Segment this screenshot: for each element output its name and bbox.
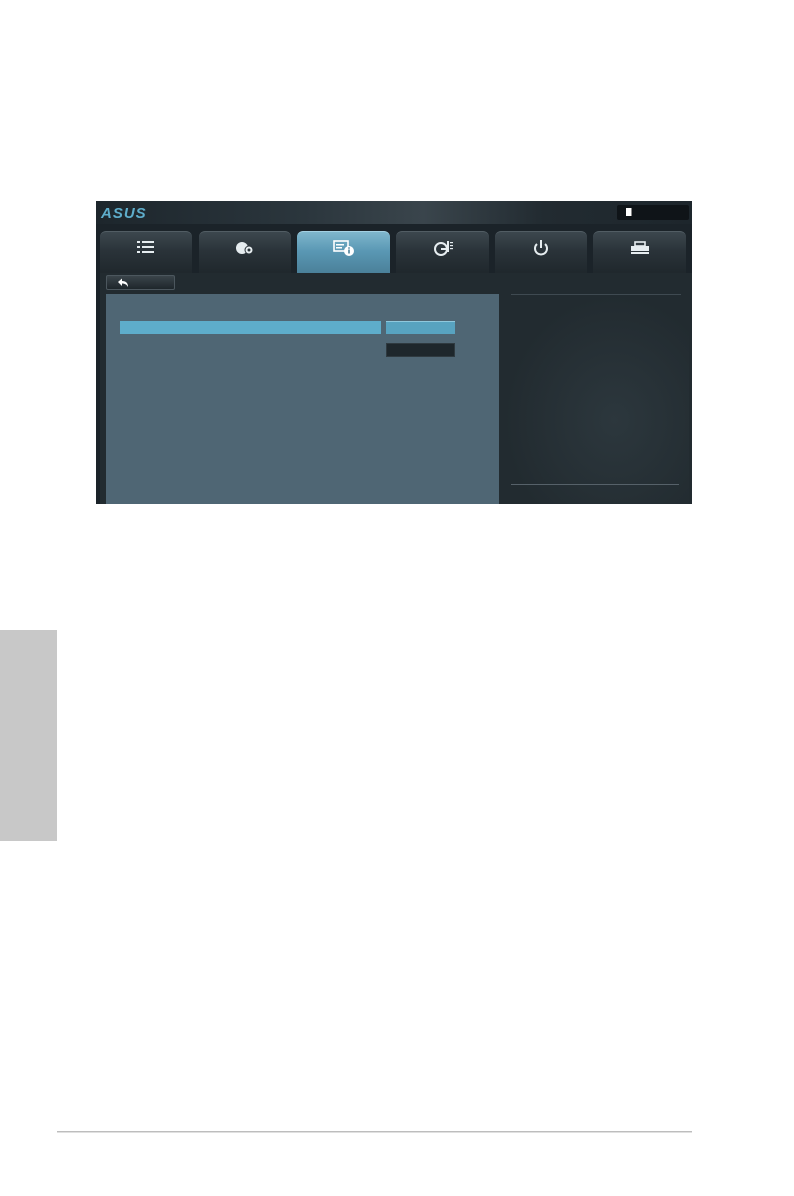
content-area [100, 273, 692, 504]
tab-boot[interactable] [495, 231, 587, 274]
tab-advanced[interactable] [297, 231, 390, 274]
footer-rule-shadow [57, 1132, 692, 1133]
power-icon [534, 240, 548, 256]
chapter-side-tab [0, 630, 57, 841]
menu-tabs [96, 231, 692, 274]
tab-tool[interactable] [593, 231, 686, 274]
asus-logo: ASUS [100, 205, 147, 221]
tool-icon [630, 241, 649, 254]
exit-door-icon [626, 208, 632, 216]
list-icon [137, 241, 154, 253]
setting-value-button-secondary[interactable] [386, 343, 455, 357]
selected-setting-row[interactable] [120, 321, 381, 334]
exit-button[interactable] [617, 205, 689, 220]
advanced-info-icon [332, 240, 354, 256]
settings-panel [106, 294, 499, 504]
back-arrow-icon [118, 278, 128, 287]
monitor-icon [433, 241, 453, 256]
bios-screenshot: ASUS [96, 201, 692, 504]
help-panel [503, 294, 689, 504]
setting-value-button[interactable] [386, 321, 455, 334]
help-divider-bottom [511, 484, 679, 485]
back-button[interactable] [106, 275, 175, 290]
bios-header: ASUS [96, 201, 692, 224]
ai-tweaker-icon [236, 242, 254, 255]
asus-logo-text: ASUS [100, 205, 147, 221]
tab-main[interactable] [100, 231, 192, 274]
tab-monitor[interactable] [396, 231, 489, 274]
tab-ai-tweaker[interactable] [199, 231, 291, 274]
help-divider-top [511, 294, 681, 295]
